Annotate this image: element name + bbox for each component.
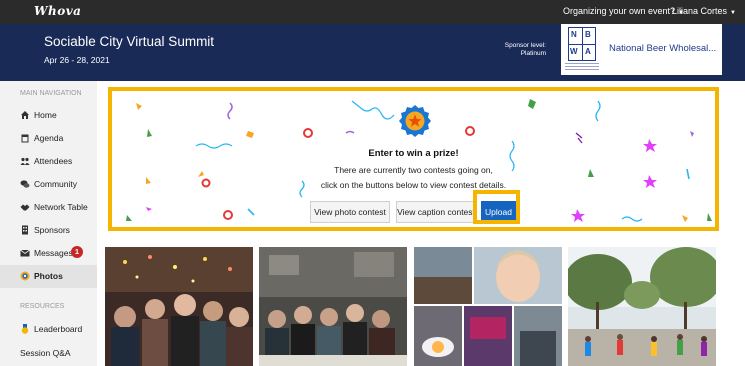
sidebar-item-label: Photos [34, 271, 63, 281]
users-icon [20, 157, 30, 165]
user-name: Liliana Cortes [672, 6, 728, 16]
sidebar-item-sponsors[interactable]: Sponsors [0, 219, 97, 242]
top-bar: Whova Organizing your own event? ▼ Lilian… [0, 0, 745, 24]
sidebar-item-label: Community [34, 179, 77, 189]
photo-thumbnail-collage[interactable] [414, 247, 562, 366]
sidebar-item-home[interactable]: Home [0, 104, 97, 127]
sidebar-item-label: Messages [34, 248, 73, 258]
contest-description-line-1: There are currently two contests going o… [334, 165, 493, 175]
medal-icon [21, 324, 29, 334]
upload-highlight-box [473, 190, 520, 224]
photo-thumbnail-dinner[interactable] [259, 247, 407, 366]
logo-letter-a: A [585, 47, 591, 56]
user-menu[interactable]: Liliana Cortes ▼ [672, 6, 736, 16]
handshake-icon [20, 204, 30, 211]
sidebar-item-label: Network Table [34, 202, 88, 212]
sidebar-item-label: Session Q&A [20, 348, 71, 358]
sidebar-item-label: Home [34, 110, 57, 120]
envelope-icon [20, 249, 30, 257]
unread-count-badge: 1 [71, 246, 83, 258]
sponsor-card[interactable]: N B W A National Beer Wholesal... [561, 24, 722, 75]
sponsor-level-value: Platinum [520, 50, 546, 57]
view-caption-contest-button[interactable]: View caption contest [396, 201, 476, 223]
organize-event-label: Organizing your own event? [563, 6, 676, 16]
sidebar-item-attendees[interactable]: Attendees [0, 150, 97, 173]
event-banner: Sociable City Virtual Summit Apr 26 - 28… [0, 24, 745, 81]
sponsor-level: Sponsor level: Platinum [478, 42, 546, 58]
sidebar-item-community[interactable]: Community [0, 173, 97, 196]
photo-image [105, 247, 253, 366]
sponsor-logo: N B W A [568, 27, 596, 61]
app-logo[interactable]: Whova [34, 4, 81, 18]
logo-letter-w: W [570, 47, 578, 56]
sidebar-item-messages[interactable]: Messages 1 [0, 242, 97, 265]
award-badge-icon [399, 105, 431, 137]
event-dates: Apr 26 - 28, 2021 [44, 55, 110, 65]
sponsor-logo-caption [565, 63, 599, 71]
organize-event-menu[interactable]: Organizing your own event? ▼ [563, 6, 684, 16]
chat-icon [20, 180, 30, 188]
view-photo-contest-button[interactable]: View photo contest [310, 201, 390, 223]
sponsor-level-label: Sponsor level: [504, 42, 546, 49]
photo-image [414, 247, 562, 366]
contest-title: Enter to win a prize! [368, 148, 459, 159]
sidebar-item-label: Leaderboard [34, 324, 83, 334]
sidebar-item-agenda[interactable]: Agenda [0, 127, 97, 150]
main-navigation-heading: MAIN NAVIGATION [20, 90, 82, 97]
home-icon [21, 111, 29, 119]
event-title: Sociable City Virtual Summit [44, 34, 215, 49]
sidebar: MAIN NAVIGATION Home Agenda Attendees Co… [0, 81, 97, 366]
contest-description-line-2: click on the buttons below to view conte… [320, 180, 507, 190]
photo-thumbnail-group-selfie[interactable] [105, 247, 253, 366]
sponsor-name: National Beer Wholesal... [609, 43, 717, 54]
chevron-down-icon: ▼ [730, 10, 736, 16]
sidebar-item-session-qa[interactable]: Session Q&A [0, 342, 97, 365]
calendar-icon [21, 134, 29, 143]
resources-heading: RESOURCES [20, 303, 65, 310]
sidebar-item-label: Sponsors [34, 225, 70, 235]
sidebar-item-network-table[interactable]: Network Table [0, 196, 97, 219]
sidebar-item-leaderboard[interactable]: Leaderboard [0, 318, 97, 341]
sidebar-item-label: Agenda [34, 133, 64, 143]
sidebar-item-photos[interactable]: Photos [0, 265, 97, 288]
logo-letter-b: B [585, 30, 591, 39]
building-icon [22, 225, 28, 235]
contest-panel: Enter to win a prize! There are currentl… [108, 87, 719, 231]
camera-icon [20, 271, 30, 281]
logo-letter-n: N [571, 30, 577, 39]
sidebar-item-label: Attendees [34, 156, 73, 166]
photo-image [259, 247, 407, 366]
photo-image [568, 247, 716, 366]
photo-thumbnail-street[interactable] [568, 247, 716, 366]
